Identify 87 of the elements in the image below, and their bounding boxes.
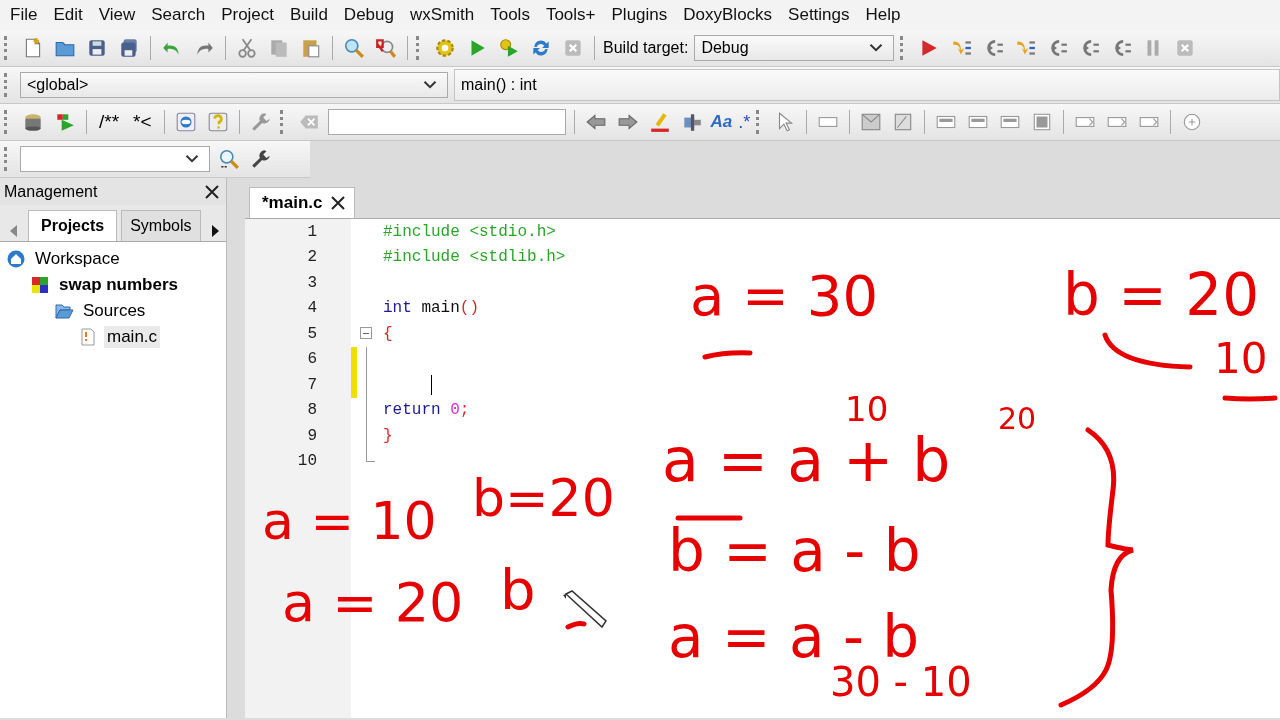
help-icon[interactable] bbox=[206, 111, 229, 133]
menu-item[interactable]: Edit bbox=[45, 5, 91, 25]
code-line: } bbox=[382, 426, 393, 445]
globe-icon[interactable] bbox=[174, 111, 197, 133]
search-field[interactable] bbox=[327, 109, 566, 135]
scope-dropdown[interactable]: <global> bbox=[20, 72, 448, 98]
menu-item[interactable]: File bbox=[2, 5, 46, 25]
build-target-dropdown[interactable]: Debug bbox=[694, 35, 895, 61]
handwritten-note: b=20 bbox=[472, 472, 615, 524]
menu-item[interactable]: Tools+ bbox=[537, 5, 604, 25]
pencil-icon bbox=[560, 590, 608, 630]
menu-item[interactable]: Plugins bbox=[603, 5, 676, 25]
comment-button[interactable]: *< bbox=[129, 111, 156, 133]
menu-item[interactable]: wxSmith bbox=[401, 5, 483, 25]
line-number: 8 bbox=[306, 401, 317, 420]
dropdown-field[interactable] bbox=[20, 146, 210, 172]
save-all-icon[interactable] bbox=[118, 37, 140, 59]
search-icon[interactable] bbox=[218, 148, 240, 170]
match-case-button[interactable]: Aa bbox=[710, 112, 733, 132]
line-number: 2 bbox=[306, 248, 317, 267]
handwritten-note: 10 bbox=[845, 392, 889, 426]
tree-item[interactable]: Sources bbox=[80, 300, 149, 322]
line-number: 3 bbox=[306, 273, 317, 292]
tree-item[interactable]: main.c bbox=[104, 326, 161, 348]
underline-stroke bbox=[700, 348, 755, 362]
menu-item[interactable]: Build bbox=[282, 5, 336, 25]
highlighter-icon[interactable] bbox=[648, 111, 671, 133]
line-number: 5 bbox=[306, 324, 317, 343]
wrench-icon[interactable] bbox=[250, 148, 272, 170]
search-icon[interactable] bbox=[343, 37, 365, 59]
menu-item[interactable]: Search bbox=[143, 5, 214, 25]
back-arrow-icon[interactable] bbox=[584, 111, 607, 133]
cut-icon[interactable] bbox=[236, 37, 258, 59]
stop-icon[interactable] bbox=[562, 37, 584, 59]
panel-title: Management bbox=[4, 182, 98, 201]
tree-item[interactable]: swap numbers bbox=[56, 274, 182, 296]
mail-icon[interactable] bbox=[860, 111, 883, 133]
build-target-label: Build target: bbox=[603, 39, 689, 57]
line-number: 4 bbox=[306, 299, 317, 318]
menu-item[interactable]: Project bbox=[213, 5, 283, 25]
curve-stroke bbox=[563, 618, 589, 632]
handwritten-note: b = 20 bbox=[1063, 266, 1260, 324]
line-number: 7 bbox=[306, 375, 317, 394]
paste-icon[interactable] bbox=[300, 37, 322, 59]
save-icon[interactable] bbox=[86, 37, 108, 59]
menu-item[interactable]: View bbox=[90, 5, 144, 25]
workspace-icon bbox=[6, 249, 26, 269]
line-number: 9 bbox=[306, 426, 317, 445]
handwritten-note: 20 bbox=[998, 404, 1037, 434]
replace-icon[interactable] bbox=[375, 37, 397, 59]
file-tab[interactable]: *main.c bbox=[249, 187, 356, 218]
menu-item[interactable]: Settings bbox=[780, 5, 858, 25]
code-line: return 0; bbox=[382, 401, 470, 420]
gear-icon[interactable] bbox=[434, 37, 456, 59]
regex-button[interactable]: .* bbox=[738, 111, 751, 133]
run-icon[interactable] bbox=[54, 111, 76, 133]
menu-item[interactable]: Tools bbox=[482, 5, 538, 25]
menu-item[interactable]: Debug bbox=[335, 5, 402, 25]
gear-play-icon[interactable] bbox=[498, 37, 520, 59]
tree-item[interactable]: Workspace bbox=[32, 248, 123, 270]
code-line: int main() bbox=[382, 299, 480, 318]
project-icon bbox=[30, 275, 50, 295]
stack-icon[interactable] bbox=[22, 111, 44, 133]
handwritten-note: b = a - b bbox=[668, 522, 921, 580]
handwritten-note: a = 10 bbox=[262, 495, 437, 547]
panel-tab[interactable]: Projects bbox=[28, 210, 118, 241]
handwritten-note: 10 bbox=[1214, 338, 1268, 380]
code-line: #include <stdlib.h> bbox=[382, 248, 566, 267]
handwritten-note: a = 20 bbox=[282, 576, 464, 630]
code-line: { bbox=[382, 324, 393, 343]
line-number: 1 bbox=[306, 222, 317, 241]
panel-tab[interactable]: Symbols bbox=[121, 210, 201, 241]
forward-arrow-icon[interactable] bbox=[616, 111, 639, 133]
function-dropdown[interactable]: main() : int bbox=[454, 69, 1280, 101]
folder-icon bbox=[54, 301, 74, 321]
comment-button[interactable]: /** bbox=[95, 111, 124, 133]
handwritten-note: a = a + b bbox=[662, 430, 951, 490]
file-icon bbox=[78, 327, 98, 347]
menu-item[interactable]: Help bbox=[857, 5, 909, 25]
handwritten-note: b bbox=[500, 562, 536, 618]
fold-icon[interactable] bbox=[360, 327, 372, 339]
copy-icon[interactable] bbox=[268, 37, 290, 59]
line-number: 6 bbox=[306, 350, 317, 369]
code-line: #include <stdio.h> bbox=[382, 222, 556, 241]
handwritten-note: a = 30 bbox=[690, 268, 879, 324]
menu-item[interactable]: DoxyBlocks bbox=[675, 5, 781, 25]
line-number: 10 bbox=[296, 452, 317, 471]
